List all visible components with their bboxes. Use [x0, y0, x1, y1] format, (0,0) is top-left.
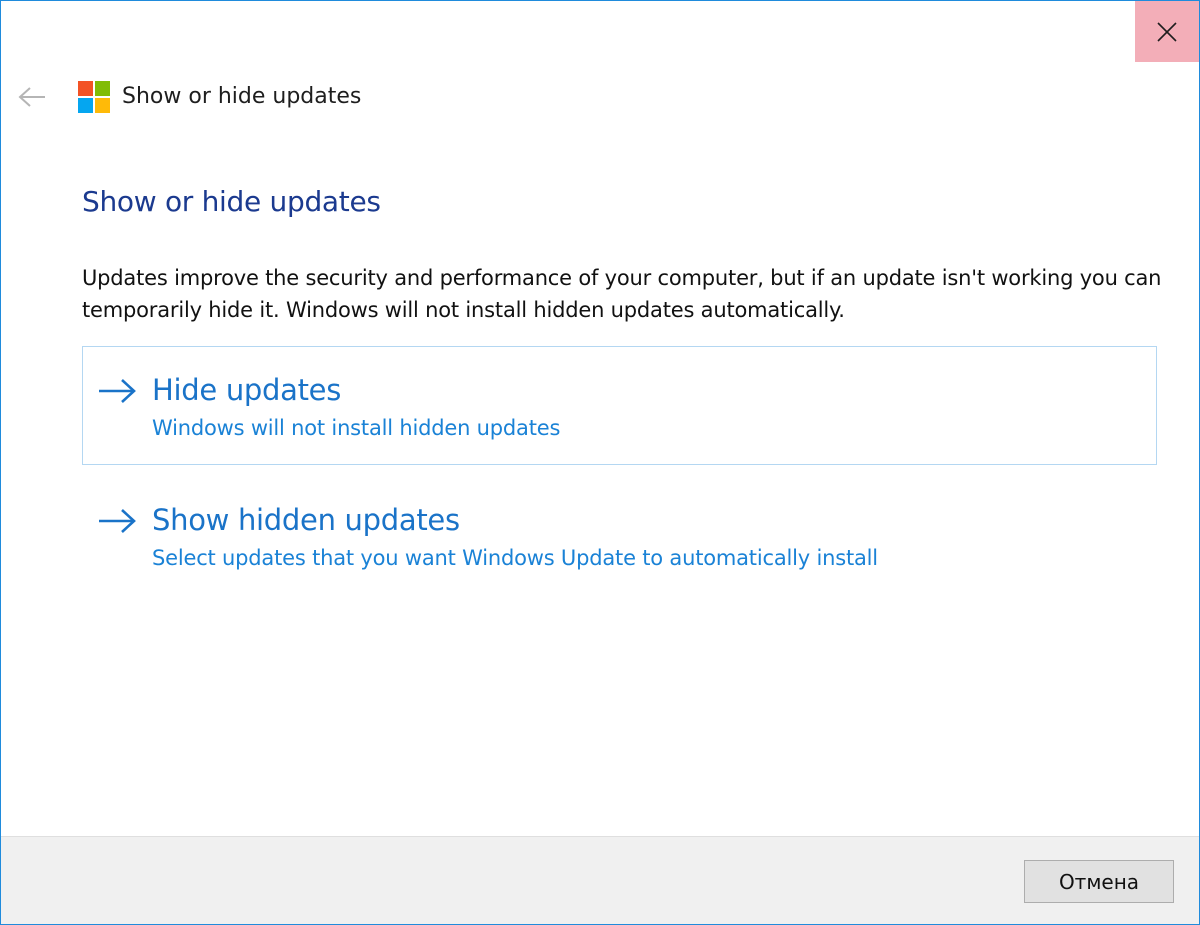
cancel-button[interactable]: Отмена	[1024, 860, 1174, 903]
windows-logo-icon	[78, 81, 110, 113]
show-hidden-updates-title: Show hidden updates	[152, 503, 460, 537]
window-title: Show or hide updates	[122, 84, 362, 109]
dialog-footer: Отмена	[1, 836, 1199, 924]
page-heading: Show or hide updates	[82, 185, 381, 218]
back-button[interactable]	[13, 80, 51, 114]
dialog-window: Show or hide updates Show or hide update…	[0, 0, 1200, 925]
close-icon	[1157, 21, 1177, 42]
back-arrow-icon	[18, 87, 45, 107]
show-hidden-updates-subtitle: Select updates that you want Windows Upd…	[152, 546, 878, 570]
hide-updates-subtitle: Windows will not install hidden updates	[152, 416, 561, 440]
arrow-right-icon	[99, 379, 136, 403]
show-hidden-updates-option[interactable]: Show hidden updates Select updates that …	[82, 476, 1157, 595]
arrow-right-icon	[99, 509, 136, 533]
hide-updates-title: Hide updates	[152, 373, 342, 407]
page-description: Updates improve the security and perform…	[82, 266, 1162, 322]
hide-updates-option[interactable]: Hide updates Windows will not install hi…	[82, 346, 1157, 465]
close-button[interactable]	[1135, 1, 1199, 62]
